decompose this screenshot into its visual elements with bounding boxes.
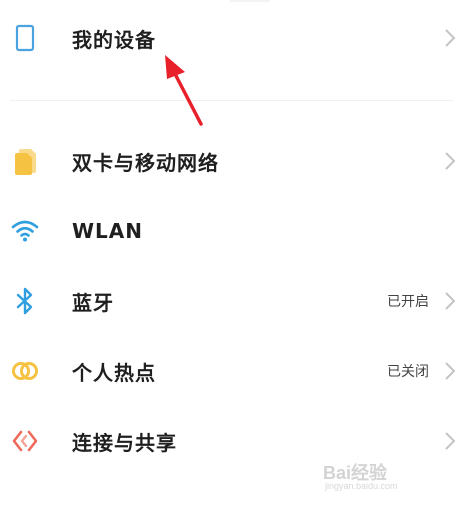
connection-share-icon xyxy=(10,426,40,456)
chevron-right-icon xyxy=(445,152,456,170)
status-text: 已关闭 xyxy=(387,364,429,380)
watermark-url: jingyan.baidu.com xyxy=(325,481,398,491)
settings-list: 我的设备 双卡与移动网络 WLAN 蓝牙 已开启 个人热点 已关闭 连接与共享 … xyxy=(0,0,463,509)
settings-item-wlan[interactable]: WLAN xyxy=(0,201,463,261)
settings-item-label: 双卡与移动网络 xyxy=(72,150,219,175)
settings-item-personal-hotspot[interactable]: 个人热点 已关闭 xyxy=(0,341,463,401)
status-text: 已开启 xyxy=(387,294,429,310)
sim-card-icon xyxy=(10,146,40,176)
chevron-right-icon xyxy=(445,292,456,310)
annotation-arrow xyxy=(165,55,203,126)
wifi-icon xyxy=(10,216,40,246)
hotspot-icon xyxy=(10,356,40,386)
settings-item-label: 我的设备 xyxy=(72,27,156,52)
settings-item-label: 个人热点 xyxy=(72,360,156,385)
settings-item-bluetooth[interactable]: 蓝牙 已开启 xyxy=(0,271,463,331)
chevron-right-icon xyxy=(445,362,456,380)
divider xyxy=(10,100,453,101)
chevron-right-icon xyxy=(445,29,456,47)
settings-item-label: 蓝牙 xyxy=(72,290,114,315)
settings-item-label: WLAN xyxy=(72,219,144,243)
watermark-logo: Bai经验 jingyan.baidu.com xyxy=(323,459,433,493)
settings-item-sim-mobile-network[interactable]: 双卡与移动网络 xyxy=(0,131,463,191)
bluetooth-icon xyxy=(10,286,40,316)
divider xyxy=(230,0,270,2)
settings-item-label: 连接与共享 xyxy=(72,430,177,455)
settings-item-my-device[interactable]: 我的设备 xyxy=(0,8,463,68)
chevron-right-icon xyxy=(445,432,456,450)
device-icon xyxy=(10,23,40,53)
